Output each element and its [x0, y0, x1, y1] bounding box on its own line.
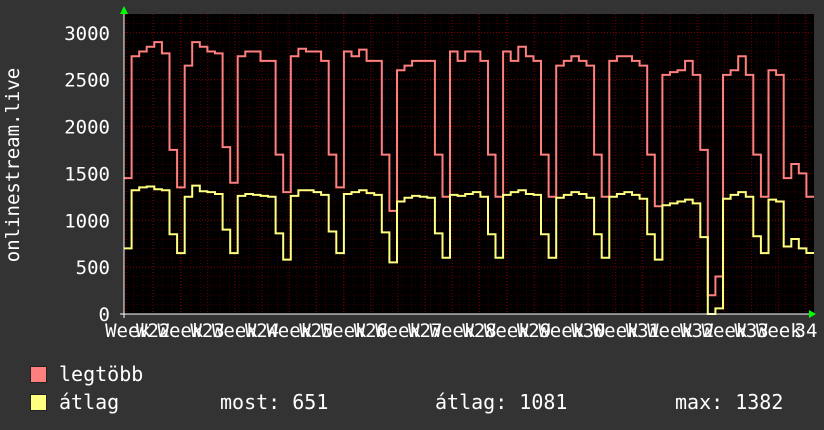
x-tick-label: 34: [795, 320, 818, 340]
y-tick-label: 2500: [64, 70, 110, 92]
legend-max: legtöbb: [30, 362, 143, 386]
avg-swatch: [30, 393, 47, 411]
legend-avg-label: átlag: [59, 390, 120, 414]
y-tick-label: 2000: [64, 117, 110, 139]
stat-now: most: 651: [220, 390, 329, 414]
stat-avg: átlag: 1081: [435, 390, 568, 414]
y-axis-arrow-icon: [120, 6, 128, 14]
chart: 050010001500200025003000 WeekW22WeekW23W…: [2, 6, 817, 340]
y-tick-label: 1000: [64, 210, 110, 232]
y-tick-label: 1500: [64, 163, 110, 185]
legend-max-label: legtöbb: [59, 362, 144, 386]
x-tick-labels: WeekW22WeekW23WeekW24WeekW25WeekW26WeekW…: [105, 320, 817, 340]
max-swatch: [30, 365, 47, 383]
legend-avg: átlag: [30, 390, 119, 414]
y-tick-label: 3000: [64, 23, 110, 45]
y-tick-label: 500: [76, 257, 110, 279]
y-tick-labels: 050010001500200025003000: [64, 23, 110, 326]
stat-max: max: 1382: [675, 390, 784, 414]
y-axis-label: onlinestream.live: [2, 68, 24, 262]
